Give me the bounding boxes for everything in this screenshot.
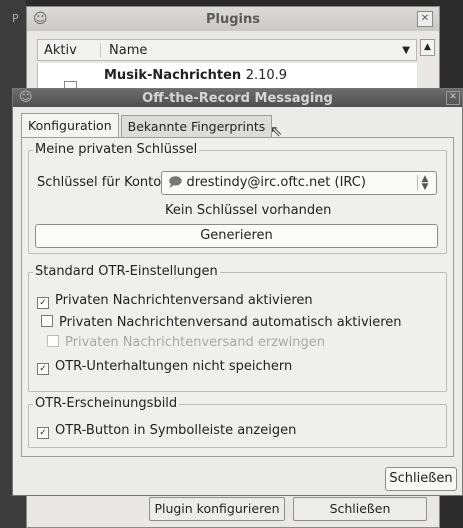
plugin-version: 2.10.9 (245, 68, 288, 83)
plugin-name: Musik-Nachrichten 2.10.9 (104, 68, 288, 83)
checkbox-checked[interactable]: ✓ (37, 297, 49, 309)
mouse-pointer-icon: ⇖ (270, 122, 283, 140)
close-icon[interactable]: ✕ (417, 11, 433, 27)
account-select[interactable]: 🗩 drestindy@irc.oftc.net (IRC) ▲ ▼ (161, 171, 437, 195)
otr-dialog: ☺ Off-the-Record Messaging ✕ Konfigurati… (12, 88, 463, 496)
option-enable-private[interactable]: ✓ Privaten Nachrichtenversand aktivieren (37, 293, 313, 309)
checkbox-checked[interactable]: ✓ (37, 427, 49, 439)
column-aktiv[interactable]: Aktiv (38, 42, 101, 58)
standard-settings-group: Standard OTR-Einstellungen ✓ Privaten Nac… (28, 264, 447, 392)
account-value: drestindy@irc.oftc.net (IRC) (186, 175, 366, 190)
plugins-close-button[interactable]: Schließen (293, 497, 427, 521)
private-keys-group: Meine privaten Schlüssel Schlüssel für K… (28, 142, 447, 254)
option-no-logging[interactable]: ✓ OTR-Unterhaltungen nicht speichern (37, 359, 292, 375)
otr-titlebar: ☺ Off-the-Record Messaging ✕ (13, 89, 462, 107)
option-toolbar-button[interactable]: ✓ OTR-Button in Symbolleiste anzeigen (37, 423, 296, 439)
window-edge-char: P (12, 12, 19, 25)
tab-fingerprints[interactable]: Bekannte Fingerprints (120, 115, 273, 137)
plugin-list-header: Aktiv Name ▼ (37, 39, 417, 61)
chat-bubble-icon: 🗩 (168, 175, 183, 190)
appearance-group: OTR-Erscheinungsbild ✓ OTR-Button in Symb… (28, 396, 447, 448)
group-title: Meine privaten Schlüssel (33, 142, 200, 157)
plugins-title: Plugins (206, 11, 260, 27)
group-title: OTR-Erscheinungsbild (33, 396, 180, 411)
account-label: Schlüssel für Konto: (37, 175, 166, 190)
close-button[interactable]: Schließen (385, 467, 457, 491)
chevron-down-icon[interactable]: ▼ (402, 45, 416, 56)
configuration-panel: Meine privaten Schlüssel Schlüssel für K… (21, 137, 454, 457)
group-title: Standard OTR-Einstellungen (33, 264, 220, 279)
column-name[interactable]: Name (101, 43, 402, 58)
tab-konfiguration[interactable]: Konfiguration (21, 113, 119, 137)
checkbox-disabled (47, 335, 59, 347)
otr-title: Off-the-Record Messaging (142, 90, 333, 106)
spinner-arrows-icon: ▲ ▼ (417, 175, 432, 192)
tab-bar: Konfiguration Bekannte Fingerprints (21, 113, 274, 137)
option-auto-private[interactable]: Privaten Nachrichtenversand automatisch … (41, 315, 402, 330)
checkbox-unchecked[interactable] (41, 315, 53, 327)
close-icon[interactable]: ✕ (446, 91, 460, 105)
generate-button[interactable]: Generieren (35, 224, 438, 248)
plugins-titlebar: ☺ Plugins ✕ (27, 7, 439, 31)
configure-plugin-button[interactable]: Plugin konfigurieren (149, 497, 285, 521)
checkbox-checked[interactable]: ✓ (37, 363, 49, 375)
scroll-up-arrow[interactable]: ▲ (420, 39, 435, 56)
key-status: Kein Schlüssel vorhanden (165, 203, 332, 218)
option-force-private: Privaten Nachrichtenversand erzwingen (47, 335, 325, 350)
pidgin-icon: ☺ (33, 11, 48, 27)
pidgin-icon: ☺ (19, 90, 33, 105)
